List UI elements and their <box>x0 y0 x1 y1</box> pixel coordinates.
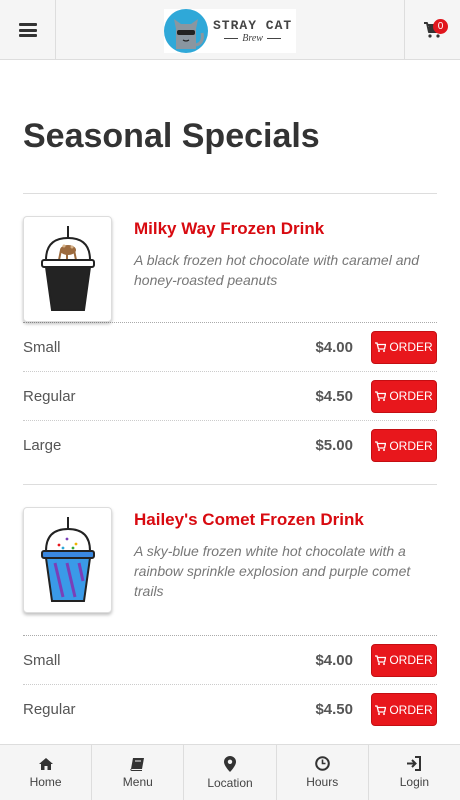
size-option-row: Small $4.00 ORDER <box>23 636 437 685</box>
product-card: Milky Way Frozen Drink A black frozen ho… <box>23 194 437 485</box>
size-label: Regular <box>23 387 76 405</box>
hamburger-menu-button[interactable] <box>0 0 56 60</box>
book-icon <box>130 757 144 771</box>
nav-location[interactable]: Location <box>184 745 277 800</box>
brand-name: STRAY CAT <box>213 18 293 33</box>
hamburger-icon <box>18 23 37 37</box>
cart-count-badge: 0 <box>433 19 448 34</box>
brand-subtitle: Brew <box>242 33 263 44</box>
nav-label: Hours <box>306 775 339 789</box>
size-label: Small <box>23 338 61 356</box>
size-options: Small $4.00 ORDER Regular $4.50 ORDER La… <box>23 322 437 470</box>
cart-plus-icon <box>375 342 387 352</box>
map-marker-icon <box>224 755 236 772</box>
nav-label: Menu <box>122 774 153 789</box>
size-label: Regular <box>23 701 76 718</box>
login-icon <box>407 756 422 771</box>
nav-login[interactable]: Login <box>369 745 460 800</box>
cart-plus-icon <box>375 655 387 665</box>
product-image[interactable] <box>23 216 112 322</box>
cat-logo-icon <box>164 9 208 53</box>
product-card: Hailey's Comet Frozen Drink A sky-blue f… <box>23 485 437 734</box>
size-option-row: Regular $4.50 ORDER <box>23 685 437 734</box>
product-name[interactable]: Milky Way Frozen Drink <box>134 218 437 240</box>
nav-menu[interactable]: Menu <box>92 745 185 800</box>
product-name[interactable]: Hailey's Comet Frozen Drink <box>134 509 437 531</box>
frozen-drink-black-icon <box>40 226 95 311</box>
price-label: $4.00 <box>315 651 353 669</box>
bottom-navigation: Home Menu Location Hours Login <box>0 744 460 800</box>
price-label: $4.50 <box>315 701 353 718</box>
cart-plus-icon <box>375 440 387 451</box>
order-button[interactable]: ORDER <box>371 379 437 413</box>
cart-button[interactable]: 0 <box>404 0 460 60</box>
order-button[interactable]: ORDER <box>371 429 437 462</box>
product-image[interactable] <box>23 507 112 613</box>
size-option-row: Regular $4.50 ORDER <box>23 372 437 421</box>
cart-plus-icon <box>375 704 387 715</box>
product-description: A black frozen hot chocolate with carame… <box>134 252 420 288</box>
product-description: A sky-blue frozen white hot chocolate wi… <box>134 543 411 599</box>
nav-label: Location <box>207 775 253 790</box>
price-label: $4.50 <box>315 387 353 405</box>
size-option-row: Large $5.00 ORDER <box>23 421 437 470</box>
order-button[interactable]: ORDER <box>371 330 437 364</box>
cart-plus-icon <box>375 391 387 401</box>
nav-label: Home <box>29 774 62 789</box>
price-label: $4.00 <box>315 338 353 356</box>
nav-label: Login <box>399 775 430 789</box>
size-label: Small <box>23 651 61 669</box>
size-options: Small $4.00 ORDER Regular $4.50 ORDER <box>23 635 437 734</box>
home-icon <box>38 757 53 770</box>
size-option-row: Small $4.00 ORDER <box>23 323 437 372</box>
brand-logo[interactable]: STRAY CAT Brew <box>164 9 296 53</box>
order-button[interactable]: ORDER <box>371 693 437 726</box>
price-label: $5.00 <box>315 437 353 454</box>
clock-icon <box>314 756 330 771</box>
top-bar: STRAY CAT Brew 0 <box>0 0 460 60</box>
order-button[interactable]: ORDER <box>371 643 437 677</box>
nav-home[interactable]: Home <box>0 745 93 800</box>
page-title: Seasonal Specials <box>23 117 320 155</box>
nav-hours[interactable]: Hours <box>277 745 369 800</box>
frozen-drink-blue-icon <box>40 517 95 602</box>
main-content: Seasonal Specials Milky Way Frozen Drink… <box>23 60 437 734</box>
size-label: Large <box>23 437 62 454</box>
